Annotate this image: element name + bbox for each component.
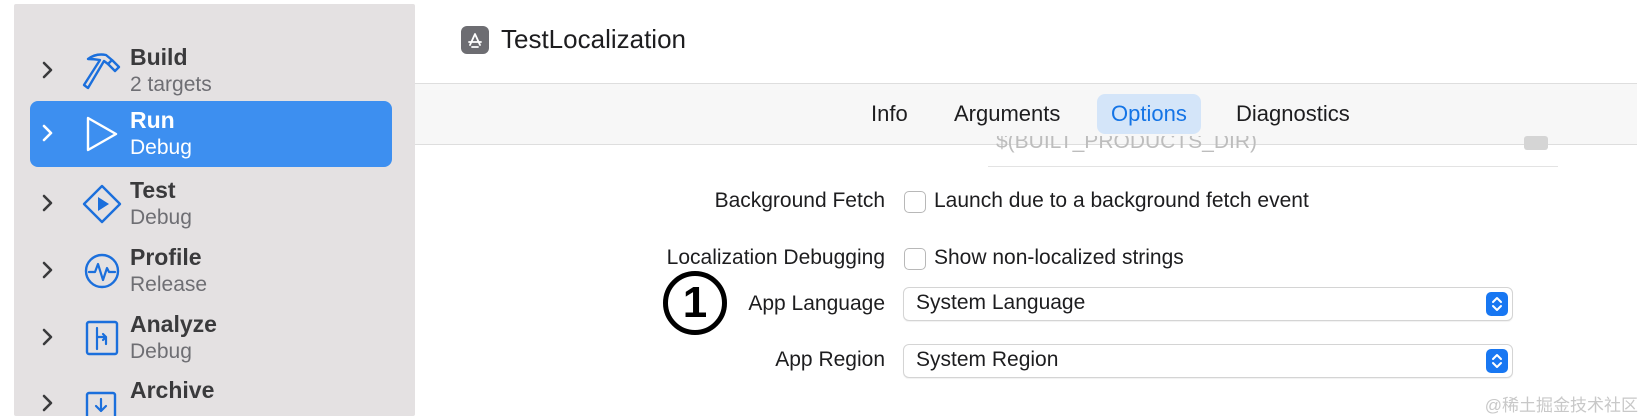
sidebar-item-title: Test bbox=[130, 177, 176, 203]
folder-browse-button[interactable] bbox=[1524, 136, 1548, 150]
scheme-editor-main: TestLocalization Info Arguments Options … bbox=[415, 0, 1650, 420]
sidebar-item-build[interactable]: Build 2 targets bbox=[30, 38, 392, 104]
target-title: TestLocalization bbox=[501, 24, 686, 54]
chevron-right-icon[interactable] bbox=[38, 58, 58, 82]
app-region-label: App Region bbox=[775, 348, 885, 371]
tab-arguments[interactable]: Arguments bbox=[940, 94, 1074, 134]
app-language-value: System Language bbox=[916, 291, 1086, 314]
sidebar-item-archive[interactable]: Archive bbox=[30, 371, 392, 416]
archive-icon bbox=[82, 383, 122, 416]
sidebar-item-profile[interactable]: Profile Release bbox=[30, 238, 392, 304]
background-fetch-label: Background Fetch bbox=[714, 189, 885, 212]
play-icon bbox=[82, 113, 122, 155]
sidebar-item-run[interactable]: Run Debug bbox=[30, 101, 392, 167]
tab-options[interactable]: Options bbox=[1097, 94, 1201, 134]
tab-diagnostics[interactable]: Diagnostics bbox=[1222, 94, 1364, 134]
working-directory-field[interactable]: $(BUILT_PRODUCTS_DIR) bbox=[988, 136, 1558, 167]
app-target-icon bbox=[461, 25, 489, 54]
sidebar-item-title: Build bbox=[130, 44, 188, 70]
sidebar-item-subtitle: Debug bbox=[130, 206, 192, 229]
app-language-label: App Language bbox=[748, 292, 885, 315]
localization-debugging-checkbox-label[interactable]: Show non-localized strings bbox=[934, 246, 1184, 270]
app-region-value: System Region bbox=[916, 348, 1059, 371]
annotation-marker: 1 bbox=[663, 271, 727, 335]
target-header: TestLocalization bbox=[461, 24, 686, 55]
chevron-right-icon[interactable] bbox=[38, 121, 58, 145]
chevron-right-icon[interactable] bbox=[38, 258, 58, 282]
chevron-right-icon[interactable] bbox=[38, 325, 58, 349]
sidebar-item-subtitle: Release bbox=[130, 273, 208, 296]
background-fetch-checkbox-label[interactable]: Launch due to a background fetch event bbox=[934, 189, 1309, 213]
sidebar-item-subtitle: 2 targets bbox=[130, 73, 212, 96]
app-region-popup[interactable]: System Region bbox=[903, 344, 1513, 378]
localization-debugging-checkbox[interactable] bbox=[904, 248, 926, 270]
sidebar-item-title: Archive bbox=[130, 377, 215, 403]
sidebar-item-title: Analyze bbox=[130, 311, 217, 337]
waveform-icon bbox=[82, 250, 122, 292]
chevron-right-icon[interactable] bbox=[38, 191, 58, 215]
sidebar-item-subtitle: Debug bbox=[130, 340, 192, 363]
up-down-chevron-icon[interactable] bbox=[1486, 349, 1508, 373]
scheme-action-sidebar: Build 2 targets Run Debug Test Debug Pro… bbox=[14, 4, 415, 416]
sidebar-item-analyze[interactable]: Analyze Debug bbox=[30, 305, 392, 371]
analyze-icon bbox=[82, 317, 122, 359]
chevron-right-icon[interactable] bbox=[38, 391, 58, 415]
watermark: @稀土掘金技术社区 bbox=[1484, 396, 1638, 415]
localization-debugging-label: Localization Debugging bbox=[666, 246, 885, 269]
hammer-icon bbox=[82, 50, 122, 92]
sidebar-item-title: Profile bbox=[130, 244, 202, 270]
sidebar-item-subtitle: Debug bbox=[130, 136, 192, 159]
test-diamond-icon bbox=[82, 183, 122, 225]
sidebar-item-title: Run bbox=[130, 107, 175, 133]
up-down-chevron-icon[interactable] bbox=[1486, 292, 1508, 316]
tab-info[interactable]: Info bbox=[857, 94, 922, 134]
background-fetch-checkbox[interactable] bbox=[904, 191, 926, 213]
working-directory-placeholder: $(BUILT_PRODUCTS_DIR) bbox=[996, 136, 1257, 153]
app-language-popup[interactable]: System Language bbox=[903, 287, 1513, 321]
sidebar-item-test[interactable]: Test Debug bbox=[30, 171, 392, 237]
